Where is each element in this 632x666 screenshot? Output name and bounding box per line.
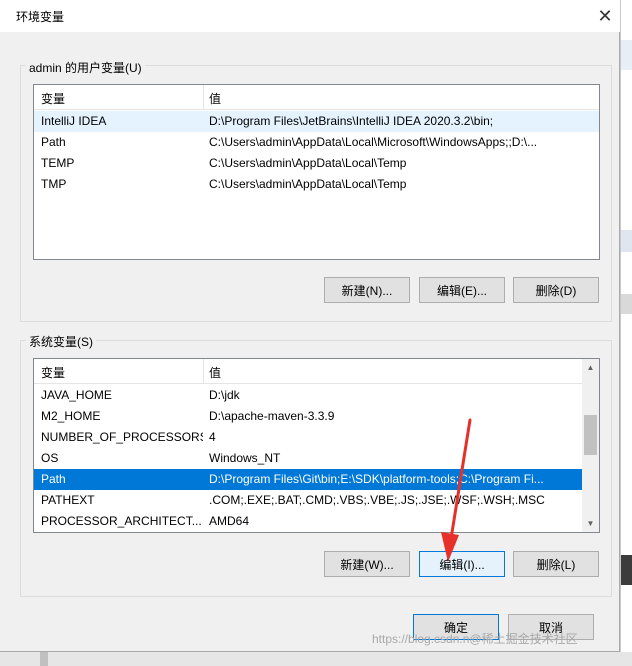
system-variables-list[interactable]: 变量 值 JAVA_HOME D:\jdk M2_HOME D:\apache-… (33, 358, 600, 533)
table-row[interactable]: M2_HOME D:\apache-maven-3.3.9 (34, 406, 582, 427)
background-taskbar-strip (0, 652, 632, 666)
column-header-variable[interactable]: 变量 (41, 90, 65, 107)
background-block (40, 652, 48, 666)
row-variable-value: Windows_NT (209, 451, 281, 465)
row-variable-name: TEMP (41, 156, 75, 170)
table-row[interactable]: IntelliJ IDEA D:\Program Files\JetBrains… (34, 111, 599, 132)
column-header-variable[interactable]: 变量 (41, 364, 65, 381)
row-variable-value: D:\jdk (209, 388, 240, 402)
background-block (621, 230, 632, 252)
table-row-selected[interactable]: Path D:\Program Files\Git\bin;E:\SDK\pla… (34, 469, 582, 490)
row-variable-value: .COM;.EXE;.BAT;.CMD;.VBS;.VBE;.JS;.JSE;.… (209, 493, 545, 507)
table-row[interactable]: JAVA_HOME D:\jdk (34, 385, 582, 406)
row-variable-value: D:\Program Files\JetBrains\IntelliJ IDEA… (209, 114, 494, 128)
user-variables-list[interactable]: 变量 值 IntelliJ IDEA D:\Program Files\JetB… (33, 84, 600, 260)
scroll-up-button[interactable]: ▲ (582, 359, 599, 376)
title-bar[interactable]: 环境变量 ✕ (0, 0, 620, 32)
list-header: 变量 值 (34, 359, 584, 384)
background-block (621, 294, 632, 314)
row-variable-name: TMP (41, 177, 67, 191)
close-button[interactable]: ✕ (590, 0, 620, 32)
table-row[interactable]: OS Windows_NT (34, 448, 582, 469)
background-window-strip (620, 0, 632, 666)
system-variables-label: 系统变量(S) (26, 333, 96, 350)
user-edit-button[interactable]: 编辑(E)... (419, 277, 505, 303)
row-variable-name: M2_HOME (41, 409, 101, 423)
table-row[interactable]: TEMP C:\Users\admin\AppData\Local\Temp (34, 153, 599, 174)
vertical-scrollbar[interactable]: ▲ ▼ (582, 359, 599, 532)
list-header: 变量 值 (34, 85, 599, 110)
row-variable-value: 4 (209, 430, 216, 444)
column-header-value[interactable]: 值 (209, 90, 221, 107)
table-row[interactable]: TMP C:\Users\admin\AppData\Local\Temp (34, 174, 599, 195)
scroll-down-button[interactable]: ▼ (582, 515, 599, 532)
background-block (621, 555, 632, 585)
user-variables-label: admin 的用户变量(U) (26, 59, 145, 76)
table-row[interactable]: PROCESSOR_ARCHITECT... AMD64 (34, 511, 582, 532)
table-row[interactable]: NUMBER_OF_PROCESSORS 4 (34, 427, 582, 448)
row-variable-name: PATHEXT (41, 493, 95, 507)
background-block (621, 40, 632, 70)
table-row[interactable]: Path C:\Users\admin\AppData\Local\Micros… (34, 132, 599, 153)
row-variable-name: PROCESSOR_ARCHITECT... (41, 514, 201, 528)
row-variable-name: NUMBER_OF_PROCESSORS (41, 430, 203, 444)
scroll-thumb[interactable] (584, 415, 597, 455)
row-variable-value: C:\Users\admin\AppData\Local\Microsoft\W… (209, 135, 538, 149)
user-delete-button[interactable]: 删除(D) (513, 277, 599, 303)
environment-variables-dialog: 环境变量 ✕ admin 的用户变量(U) 变量 值 IntelliJ IDEA… (0, 0, 620, 652)
row-variable-name: OS (41, 451, 59, 465)
user-new-button[interactable]: 新建(N)... (324, 277, 410, 303)
table-row[interactable]: PATHEXT .COM;.EXE;.BAT;.CMD;.VBS;.VBE;.J… (34, 490, 582, 511)
system-edit-button[interactable]: 编辑(I)... (419, 551, 505, 577)
chevron-up-icon: ▲ (586, 363, 595, 372)
row-variable-value: D:\apache-maven-3.3.9 (209, 409, 335, 423)
column-divider[interactable] (203, 85, 204, 109)
row-variable-value: C:\Users\admin\AppData\Local\Temp (209, 177, 407, 191)
row-variable-name: IntelliJ IDEA (41, 114, 107, 128)
window-title: 环境变量 (16, 10, 65, 24)
column-header-value[interactable]: 值 (209, 364, 221, 381)
watermark-text: https://blog.csdn.n@稀土掘金技术社区 (372, 632, 578, 646)
column-divider[interactable] (203, 359, 204, 383)
system-delete-button[interactable]: 删除(L) (513, 551, 599, 577)
row-variable-value: C:\Users\admin\AppData\Local\Temp (209, 156, 407, 170)
row-variable-name: Path (41, 135, 66, 149)
row-variable-name: Path (41, 472, 66, 486)
system-new-button[interactable]: 新建(W)... (324, 551, 410, 577)
close-icon: ✕ (597, 5, 613, 26)
chevron-down-icon: ▼ (586, 519, 595, 528)
row-variable-value: D:\Program Files\Git\bin;E:\SDK\platform… (209, 472, 544, 486)
row-variable-value: AMD64 (209, 514, 250, 528)
row-variable-name: JAVA_HOME (41, 388, 112, 402)
